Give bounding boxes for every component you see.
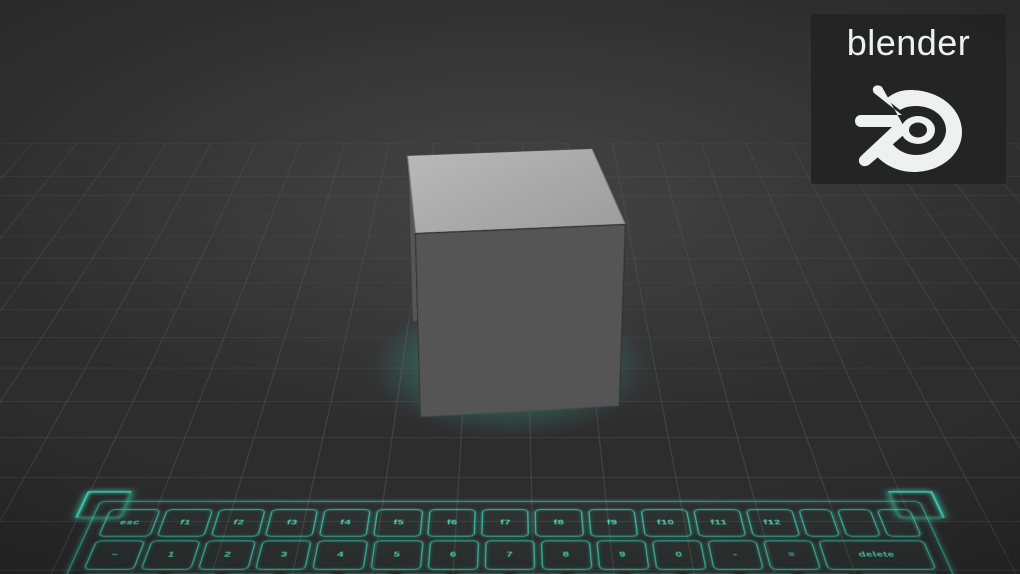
blender-icon [844,64,974,174]
logo-wordmark: blender [847,22,971,64]
key-f2[interactable]: F2 [211,509,266,536]
cube-face-left [415,224,626,418]
keyboard-frame: escF1F2F3F4F5F6F7F8F9F10F11F12 ~123456789… [0,501,1020,574]
key-f9[interactable]: F9 [588,509,638,536]
key-f1[interactable]: F1 [157,509,213,536]
key-8[interactable]: 8 [541,541,592,570]
key-f3[interactable]: F3 [265,509,318,536]
key-2[interactable]: 2 [198,541,256,570]
key-f5[interactable]: F5 [373,509,423,536]
viewport-scene: escF1F2F3F4F5F6F7F8F9F10F11F12 ~123456789… [0,0,1020,574]
key-f10[interactable]: F10 [640,509,691,536]
key-[interactable]: = [763,541,821,570]
key-esc[interactable]: esc [98,509,161,536]
holographic-keyboard: escF1F2F3F4F5F6F7F8F9F10F11F12 ~123456789… [0,499,1020,574]
key-blank[interactable] [877,509,922,536]
cube-face-top [407,149,626,234]
key-f4[interactable]: F4 [319,509,371,536]
default-cube[interactable] [409,233,623,328]
key-7[interactable]: 7 [485,541,535,570]
key-f7[interactable]: F7 [482,509,530,536]
key-blank[interactable] [798,509,841,536]
key-1[interactable]: 1 [141,541,201,570]
key-4[interactable]: 4 [313,541,368,570]
key-5[interactable]: 5 [370,541,423,570]
key-3[interactable]: 3 [255,541,312,570]
key-0[interactable]: 0 [652,541,707,570]
key-[interactable]: - [708,541,765,570]
keyboard-row: ~1234567890-=delete [84,541,937,570]
key-f8[interactable]: F8 [535,509,583,536]
key-6[interactable]: 6 [427,541,478,570]
key-f12[interactable]: F12 [745,509,800,536]
key-f6[interactable]: F6 [428,509,477,536]
key-f11[interactable]: F11 [693,509,746,536]
key-9[interactable]: 9 [596,541,649,570]
blender-logo: blender [811,14,1006,184]
key-blank[interactable] [837,509,881,536]
key-[interactable]: ~ [84,541,146,570]
key-delete[interactable]: delete [819,541,937,570]
keyboard-row: escF1F2F3F4F5F6F7F8F9F10F11F12 [98,509,922,536]
